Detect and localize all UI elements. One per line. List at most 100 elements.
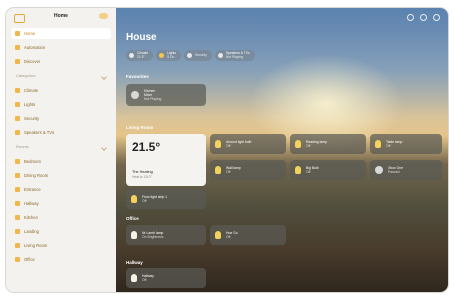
accessory-tile[interactable]: Hallway Off — [126, 268, 206, 288]
chip-speakers[interactable]: Speakers & TVs Not Playing — [214, 50, 255, 61]
more-options-icon[interactable] — [433, 14, 440, 21]
bulb-icon — [215, 231, 221, 239]
accessory-tile[interactable]: Table lamp Off — [370, 134, 442, 154]
sidebar-item-label: Speakers & TVs — [24, 130, 55, 135]
room-icon — [15, 187, 20, 192]
house-icon — [15, 31, 20, 36]
sidebar-item-office[interactable]: Office — [11, 254, 111, 265]
section-hallway: Hallway — [126, 260, 143, 265]
lock-icon — [187, 53, 192, 58]
toolbar — [407, 14, 440, 21]
sidebar-item-landing[interactable]: Landing — [11, 226, 111, 237]
room-icon — [15, 173, 20, 178]
app-window: Home Home Automation Discover Categories… — [6, 8, 448, 292]
more-icon[interactable] — [99, 13, 108, 19]
room-icon — [15, 215, 20, 220]
sidebar-item-hallway[interactable]: Hallway — [11, 198, 111, 209]
thermostat-tile[interactable]: 21.5° The Heating Heat to 18.0° — [126, 134, 206, 186]
tile-status: Off — [142, 278, 147, 282]
sidebar-item-label: Dining Room — [24, 173, 49, 178]
accessory-tile[interactable]: Kitchen Mixer Not Playing — [126, 84, 206, 106]
main-content: House Climate 21.5° Lights 5 On Security S… — [116, 8, 448, 292]
sidebar-item-label: Home — [24, 31, 36, 36]
sidebar-item-dining-room[interactable]: Dining Room — [11, 170, 111, 181]
sidebar: Home Home Automation Discover Categories… — [6, 8, 117, 292]
tile-status: Paused — [388, 170, 400, 174]
sidebar-item-label: Security — [24, 116, 40, 121]
tv-icon — [15, 130, 20, 135]
room-icon — [15, 243, 20, 248]
tile-status: Off — [142, 199, 147, 203]
voice-icon[interactable] — [407, 14, 414, 21]
chip-sub: 21.5° — [137, 54, 145, 59]
sidebar-item-label: Climate — [24, 88, 39, 93]
sidebar-item-label: Hallway — [24, 201, 39, 206]
room-icon — [15, 201, 20, 206]
sidebar-item-kitchen[interactable]: Kitchen — [11, 212, 111, 223]
game-console-icon — [375, 166, 383, 174]
sidebar-section-rooms[interactable]: Rooms — [16, 144, 107, 154]
sidebar-item-bedroom[interactable]: Bedroom — [11, 156, 111, 167]
tile-status: Off — [226, 170, 231, 174]
chip-sub: Not Playing — [225, 54, 243, 59]
sidebar-item-label: Office — [24, 257, 35, 262]
sidebar-item-home[interactable]: Home — [11, 28, 111, 39]
sidebar-item-label: Living Room — [24, 243, 48, 248]
sidebar-item-lights[interactable]: Lights — [11, 99, 111, 110]
sidebar-section-categories[interactable]: Categories — [16, 73, 107, 83]
accessory-tile[interactable]: Around light bulb Off — [210, 134, 286, 154]
section-office: Office — [126, 216, 139, 221]
bulb-icon — [375, 140, 381, 148]
add-icon[interactable] — [420, 14, 427, 21]
sidebar-item-discover[interactable]: Discover — [11, 56, 111, 67]
bulb-icon — [15, 102, 20, 107]
section-living-room: Living Room — [126, 125, 154, 130]
clock-icon — [15, 45, 20, 50]
tile-status: Off — [386, 144, 391, 148]
chip-climate[interactable]: Climate 21.5° — [126, 50, 154, 61]
section-label: Rooms — [16, 144, 29, 149]
sidebar-item-label: Bedroom — [24, 159, 41, 164]
accessory-tile[interactable]: Xbox One Paused — [370, 160, 442, 180]
chevron-down-icon — [101, 145, 107, 151]
sidebar-item-living-room[interactable]: Living Room — [11, 240, 111, 251]
section-label: Categories — [16, 73, 36, 78]
tile-status: Off — [306, 144, 311, 148]
sidebar-item-speakers[interactable]: Speakers & TVs — [11, 127, 111, 138]
sidebar-header: Home — [6, 8, 116, 28]
tile-status: On Brightness — [142, 235, 164, 239]
sidebar-item-climate[interactable]: Climate — [11, 85, 111, 96]
tile-status: Off — [306, 170, 311, 174]
accessory-tile[interactable]: Nr Lamb lamp On Brightness — [126, 225, 206, 245]
accessory-tile[interactable]: Hue Go Off — [210, 225, 286, 245]
sidebar-item-automation[interactable]: Automation — [11, 42, 111, 53]
accessory-tile[interactable]: Wall lamp Off — [210, 160, 286, 180]
accessory-tile[interactable]: Big Bulb Off — [290, 160, 366, 180]
bulb-icon — [131, 274, 137, 282]
sidebar-item-label: Automation — [24, 45, 46, 50]
tile-status: Off — [226, 235, 231, 239]
chevron-down-icon — [101, 74, 107, 80]
star-icon — [15, 59, 20, 64]
sidebar-item-label: Entrance — [24, 187, 41, 192]
sidebar-item-entrance[interactable]: Entrance — [11, 184, 111, 195]
chip-security[interactable]: Security — [184, 50, 212, 61]
tile-status: Not Playing — [144, 97, 162, 101]
light-strip-icon — [131, 195, 137, 203]
tile-status: Off — [226, 144, 231, 148]
sidebar-item-label: Landing — [24, 229, 39, 234]
room-icon — [15, 229, 20, 234]
temperature-value: 21.5° — [132, 140, 161, 154]
tv-icon — [217, 53, 223, 58]
accessory-tile[interactable]: Reading lamp Off — [290, 134, 366, 154]
tile-name: The Heating — [132, 170, 153, 174]
chip-lights[interactable]: Lights 5 On — [156, 50, 181, 61]
room-icon — [15, 159, 20, 164]
climate-icon — [129, 53, 134, 58]
lock-icon — [15, 116, 20, 121]
bulb-icon — [295, 166, 301, 174]
section-favourites: Favourites — [126, 74, 149, 79]
accessory-tile[interactable]: Floor light strip 1 Off — [126, 189, 206, 209]
sidebar-item-security[interactable]: Security — [11, 113, 111, 124]
bulb-icon — [295, 140, 301, 148]
